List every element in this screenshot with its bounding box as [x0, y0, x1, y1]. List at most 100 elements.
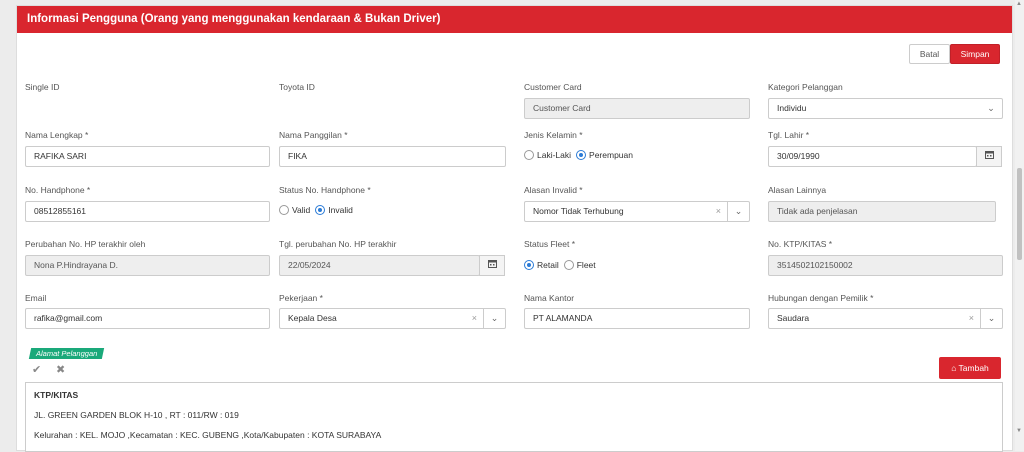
alamat-tag: Alamat Pelanggan — [28, 348, 105, 359]
tgl-lahir-input[interactable]: 30/09/1990 — [768, 146, 977, 167]
tambah-button[interactable]: ⌂ Tambah — [939, 357, 1001, 379]
tgl-perubahan-hp-field: Tgl. perubahan No. HP terakhir — [279, 238, 525, 250]
perubahan-hp-field: Perubahan No. HP terakhir oleh — [25, 238, 271, 250]
customer-card-input[interactable]: Customer Card — [524, 98, 750, 119]
perubahan-hp-input[interactable]: Nona P.Hindrayana D. — [25, 255, 270, 276]
scroll-up-icon[interactable]: ▲ — [1016, 1, 1022, 7]
alasan-lainnya-input[interactable]: Tidak ada penjelasan — [768, 201, 996, 222]
alasan-invalid-value: Nomor Tidak Terhubung — [533, 206, 624, 216]
alamat-tag-label: Alamat Pelanggan — [36, 349, 98, 358]
tgl-lahir-label: Tgl. Lahir * — [768, 130, 810, 140]
alasan-lainnya-field: Alasan Lainnya — [768, 184, 1014, 196]
email-input[interactable]: rafika@gmail.com — [25, 308, 270, 329]
alasan-invalid-label: Alasan Invalid * — [524, 185, 583, 195]
no-ktp-input[interactable]: 3514502102150002 — [768, 255, 1003, 276]
pekerjaan-value: Kepala Desa — [288, 313, 337, 323]
radio-valid-label: Valid — [292, 205, 311, 215]
save-button[interactable]: Simpan — [950, 44, 1000, 64]
toyota-id-field: Toyota ID — [279, 81, 525, 93]
radio-invalid[interactable] — [315, 205, 326, 215]
address-street: JL. GREEN GARDEN BLOK H-10 , RT : 011/RW… — [34, 410, 239, 420]
toyota-id-label: Toyota ID — [279, 82, 315, 92]
kategori-value: Individu — [777, 103, 807, 113]
single-id-label: Single ID — [25, 82, 60, 92]
jenis-kelamin-radios: Laki-Laki Perempuan — [524, 148, 633, 162]
hubungan-label: Hubungan dengan Pemilik * — [768, 293, 874, 303]
email-field: Email — [25, 292, 271, 304]
chevron-down-icon: ⌄ — [483, 309, 505, 328]
nama-lengkap-label: Nama Lengkap * — [25, 130, 89, 140]
kategori-label: Kategori Pelanggan — [768, 82, 843, 92]
kategori-select[interactable]: Individu ⌄ — [768, 98, 1003, 119]
email-label: Email — [25, 293, 47, 303]
tgl-lahir-field: Tgl. Lahir * — [768, 129, 1014, 141]
tgl-perubahan-hp-input[interactable]: 22/05/2024 — [279, 255, 480, 276]
no-ktp-label: No. KTP/KITAS * — [768, 239, 833, 249]
nama-lengkap-field: Nama Lengkap * — [25, 129, 271, 141]
page-scrollbar[interactable]: ▲ ▼ — [1015, 0, 1024, 451]
radio-laki-laki-label: Laki-Laki — [537, 150, 572, 160]
pekerjaan-label: Pekerjaan * — [279, 293, 323, 303]
hubungan-select[interactable]: Saudara × ⌄ — [768, 308, 1003, 329]
tambah-label: Tambah — [958, 363, 989, 373]
nama-kantor-field: Nama Kantor — [524, 292, 770, 304]
radio-laki-laki[interactable] — [524, 150, 534, 160]
address-card: KTP/KITAS JL. GREEN GARDEN BLOK H-10 , R… — [25, 382, 1003, 452]
nama-lengkap-input[interactable]: RAFIKA SARI — [25, 146, 270, 167]
check-icon[interactable]: ✔ — [32, 363, 41, 376]
status-fleet-radios: Retail Fleet — [524, 258, 596, 272]
single-id-field: Single ID — [25, 81, 271, 93]
jenis-kelamin-field: Jenis Kelamin * — [524, 129, 770, 141]
user-info-panel: Informasi Pengguna (Orang yang menggunak… — [16, 5, 1014, 452]
customer-card-label: Customer Card — [524, 82, 582, 92]
scroll-thumb[interactable] — [1017, 168, 1022, 260]
clear-icon[interactable]: × — [472, 309, 477, 328]
status-hp-field: Status No. Handphone * — [279, 184, 525, 196]
clear-icon[interactable]: × — [716, 202, 721, 221]
tgl-perubahan-hp-label: Tgl. perubahan No. HP terakhir — [279, 239, 397, 249]
pekerjaan-field: Pekerjaan * — [279, 292, 525, 304]
panel-title: Informasi Pengguna (Orang yang menggunak… — [17, 6, 1012, 33]
clear-icon[interactable]: × — [969, 309, 974, 328]
radio-retail-label: Retail — [537, 260, 559, 270]
status-hp-radios: Valid Invalid — [279, 203, 353, 217]
radio-invalid-label: Invalid — [328, 205, 353, 215]
calendar-icon[interactable] — [976, 146, 1002, 167]
hubungan-field: Hubungan dengan Pemilik * — [768, 292, 1014, 304]
status-fleet-label: Status Fleet * — [524, 239, 576, 249]
nama-panggilan-field: Nama Panggilan * — [279, 129, 525, 141]
nama-panggilan-label: Nama Panggilan * — [279, 130, 348, 140]
cancel-button[interactable]: Batal — [909, 44, 950, 64]
close-icon[interactable]: ✖ — [56, 363, 65, 376]
perubahan-hp-label: Perubahan No. HP terakhir oleh — [25, 239, 146, 249]
jenis-kelamin-label: Jenis Kelamin * — [524, 130, 583, 140]
no-ktp-field: No. KTP/KITAS * — [768, 238, 1014, 250]
customer-card-field: Customer Card — [524, 81, 770, 93]
no-hp-input[interactable]: 08512855161 — [25, 201, 270, 222]
no-hp-label: No. Handphone * — [25, 185, 91, 195]
calendar-icon[interactable] — [479, 255, 505, 276]
scroll-down-icon[interactable]: ▼ — [1016, 428, 1022, 434]
chevron-down-icon: ⌄ — [727, 202, 749, 221]
nama-panggilan-input[interactable]: FIKA — [279, 146, 506, 167]
home-icon: ⌂ — [951, 363, 957, 373]
pekerjaan-select[interactable]: Kepala Desa × ⌄ — [279, 308, 506, 329]
no-hp-field: No. Handphone * — [25, 184, 271, 196]
radio-perempuan-label: Perempuan — [589, 150, 633, 160]
nama-kantor-input[interactable]: PT ALAMANDA — [524, 308, 750, 329]
radio-retail[interactable] — [524, 260, 534, 270]
status-hp-label: Status No. Handphone * — [279, 185, 371, 195]
radio-fleet[interactable] — [563, 260, 574, 270]
address-type: KTP/KITAS — [34, 390, 79, 400]
hubungan-value: Saudara — [777, 313, 810, 323]
chevron-down-icon: ⌄ — [987, 103, 995, 113]
address-area: Kelurahan : KEL. MOJO ,Kecamatan : KEC. … — [34, 430, 382, 440]
nama-kantor-label: Nama Kantor — [524, 293, 575, 303]
radio-perempuan[interactable] — [576, 150, 587, 160]
radio-valid[interactable] — [279, 205, 289, 215]
alasan-lainnya-label: Alasan Lainnya — [768, 185, 827, 195]
chevron-down-icon: ⌄ — [980, 309, 1002, 328]
radio-fleet-label: Fleet — [576, 260, 596, 270]
alasan-invalid-select[interactable]: Nomor Tidak Terhubung × ⌄ — [524, 201, 750, 222]
alasan-invalid-field: Alasan Invalid * — [524, 184, 770, 196]
